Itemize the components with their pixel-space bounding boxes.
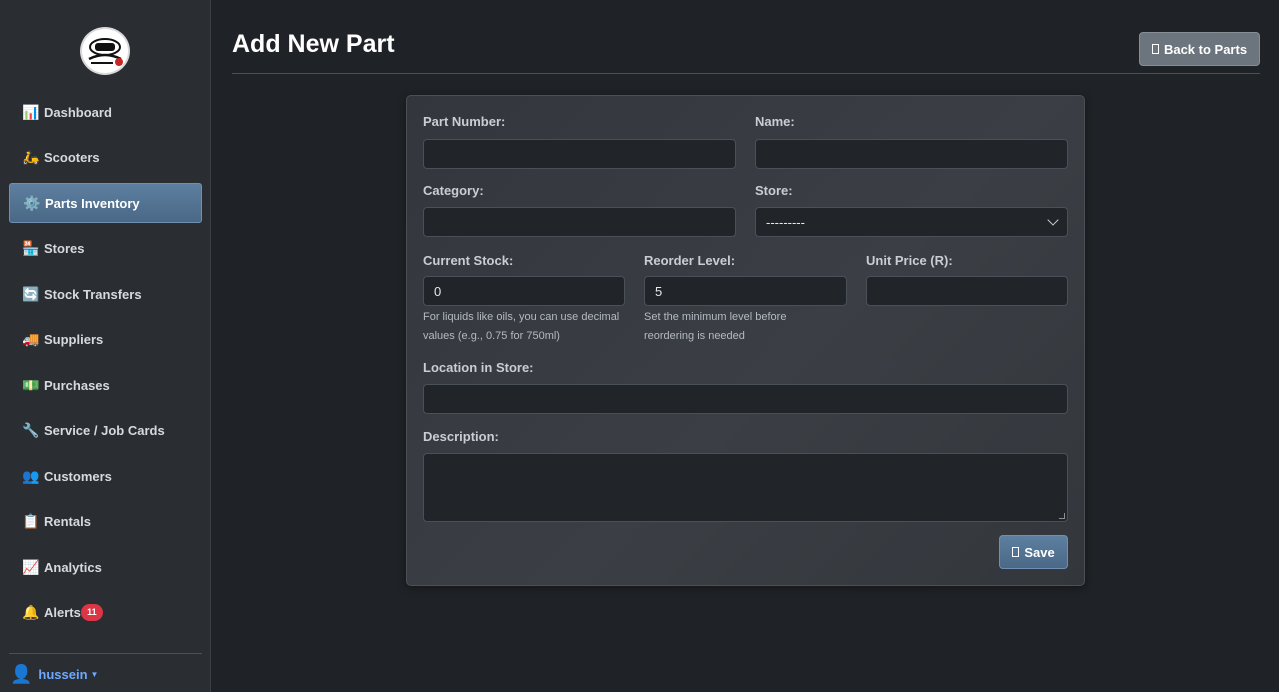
sidebar-item-dashboard[interactable]: 📊 Dashboard [9, 92, 202, 132]
unit-price-label: Unit Price (R): [866, 253, 953, 268]
save-button[interactable]: Save [999, 535, 1068, 569]
save-button-label: Save [1024, 544, 1055, 560]
bell-icon: 🔔 [22, 604, 40, 620]
user-menu[interactable]: 👤 hussein ▼ [10, 664, 98, 685]
sidebar-item-label: Purchases [44, 377, 110, 393]
sidebar-item-parts-inventory[interactable]: ⚙️ Parts Inventory [9, 183, 202, 223]
wrench-icon: 🔧 [22, 422, 40, 438]
scooter-icon: 🛵 [22, 149, 40, 165]
current-stock-label: Current Stock: [423, 253, 514, 268]
sidebar-item-label: Parts Inventory [45, 195, 140, 211]
sidebar-item-purchases[interactable]: 💵 Purchases [9, 365, 202, 405]
store-selected-value: --------- [766, 214, 805, 230]
scooter-logo-icon [88, 38, 123, 66]
money-icon: 💵 [22, 376, 40, 393]
chart-icon: 📊 [22, 103, 40, 120]
sidebar-item-alerts[interactable]: 🔔 Alerts 11 [9, 593, 202, 633]
sidebar-item-analytics[interactable]: 📈 Analytics [9, 547, 202, 587]
description-label: Description: [423, 429, 499, 444]
location-label: Location in Store: [423, 360, 534, 375]
part-number-label: Part Number: [423, 114, 506, 129]
sidebar-divider [9, 653, 202, 654]
sidebar: 📊 Dashboard 🛵 Scooters ⚙️ Parts Inventor… [0, 0, 211, 692]
sidebar-item-label: Dashboard [44, 104, 112, 120]
users-icon: 👥 [22, 467, 40, 484]
brand-logo[interactable] [80, 27, 130, 75]
user-icon: 👤 [10, 664, 33, 684]
arrow-left-icon [1151, 44, 1159, 54]
store-label: Store: [755, 183, 793, 198]
store-icon: 🏪 [22, 240, 40, 256]
sidebar-item-label: Service / Job Cards [44, 423, 165, 438]
sidebar-nav: 📊 Dashboard 🛵 Scooters ⚙️ Parts Inventor… [9, 92, 202, 638]
refresh-icon: 🔄 [22, 285, 40, 302]
sidebar-item-stock-transfers[interactable]: 🔄 Stock Transfers [9, 274, 202, 314]
name-input[interactable] [755, 139, 1068, 169]
sidebar-item-rentals[interactable]: 📋 Rentals [9, 502, 202, 542]
sidebar-item-label: Analytics [44, 559, 102, 575]
chevron-down-icon [1047, 214, 1059, 226]
clipboard-icon: 📋 [22, 513, 40, 529]
alerts-count-badge: 11 [80, 604, 103, 621]
resize-handle-icon[interactable] [1059, 513, 1065, 519]
location-input[interactable] [423, 384, 1068, 414]
reorder-level-label: Reorder Level: [644, 253, 736, 268]
sidebar-item-suppliers[interactable]: 🚚 Suppliers [9, 320, 202, 360]
sidebar-item-label: Stock Transfers [44, 286, 142, 302]
sidebar-item-service-job-cards[interactable]: 🔧 Service / Job Cards [9, 411, 202, 451]
current-stock-help-text: For liquids like oils, you can use decim… [423, 311, 620, 342]
header-divider [232, 73, 1260, 74]
user-name: hussein [38, 667, 88, 682]
truck-icon: 🚚 [22, 331, 40, 347]
reorder-level-input[interactable]: 5 [644, 276, 847, 306]
page-title: Add New Part [232, 30, 395, 58]
category-input[interactable] [423, 207, 736, 237]
name-label: Name: [755, 114, 795, 129]
back-to-parts-button[interactable]: Back to Parts [1139, 32, 1260, 66]
sidebar-item-label: Suppliers [44, 332, 104, 347]
sidebar-item-stores[interactable]: 🏪 Stores [9, 229, 202, 269]
back-button-label: Back to Parts [1163, 41, 1248, 57]
sidebar-item-customers[interactable]: 👥 Customers [9, 456, 202, 496]
caret-down-icon: ▼ [90, 670, 99, 679]
sidebar-item-label: Customers [44, 468, 112, 484]
save-icon [1012, 547, 1020, 557]
current-stock-input[interactable]: 0 [423, 276, 625, 306]
sidebar-item-scooters[interactable]: 🛵 Scooters [9, 138, 202, 178]
unit-price-input[interactable] [866, 276, 1068, 306]
sidebar-item-label: Alerts [44, 605, 81, 620]
reorder-level-help-text: Set the minimum level before reordering … [644, 311, 787, 342]
sidebar-item-label: Scooters [44, 150, 100, 165]
trend-chart-icon: 📈 [22, 558, 40, 575]
category-label: Category: [423, 183, 484, 198]
store-select[interactable]: --------- [755, 207, 1068, 237]
sidebar-item-label: Stores [44, 241, 85, 256]
description-textarea[interactable] [423, 453, 1068, 522]
sidebar-item-label: Rentals [44, 514, 91, 529]
gear-icon: ⚙️ [23, 194, 41, 211]
part-number-input[interactable] [423, 139, 736, 169]
